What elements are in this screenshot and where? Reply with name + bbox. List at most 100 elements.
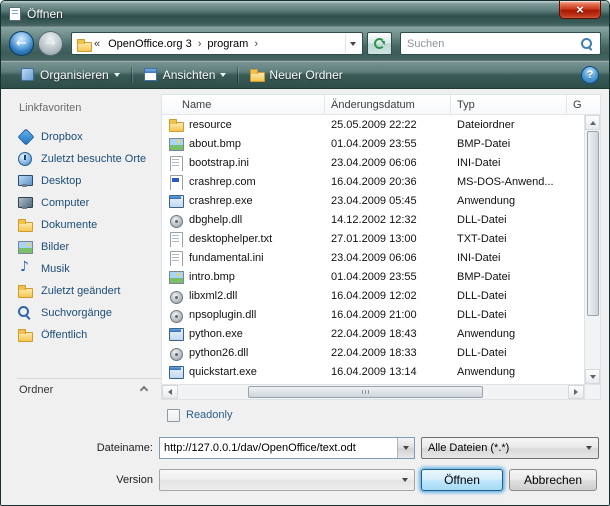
filename-combobox[interactable]: [159, 437, 415, 459]
file-date: 16.04.2009 12:02: [325, 290, 451, 302]
refresh-button[interactable]: [367, 32, 392, 55]
filename-row: Dateiname: Alle Dateien (*.*): [9, 437, 601, 459]
close-button[interactable]: ×: [559, 1, 601, 19]
file-type: MS-DOS-Anwend...: [451, 176, 567, 188]
horizontal-scrollbar[interactable]: [162, 384, 600, 399]
filename-input[interactable]: [160, 442, 397, 454]
dll-file-icon: [168, 345, 184, 361]
file-row-python.exe[interactable]: python.exe 22.04.2009 18:43 Anwendung: [162, 324, 584, 343]
file-type: INI-Datei: [451, 157, 567, 169]
scroll-right-button[interactable]: [568, 385, 584, 399]
folders-expander[interactable]: Ordner: [17, 378, 161, 400]
vertical-scroll-thumb[interactable]: [587, 131, 599, 316]
column-header-size[interactable]: G: [567, 95, 600, 114]
triangle-up-icon: [590, 121, 596, 125]
vertical-scrollbar[interactable]: [584, 115, 600, 384]
views-label: Ansichten: [163, 68, 216, 82]
filetype-dropdown-button[interactable]: [580, 446, 598, 450]
file-row-quickstart.exe[interactable]: quickstart.exe 16.04.2009 13:14 Anwendun…: [162, 362, 584, 381]
sidebar-item-dropbox[interactable]: Dropbox: [17, 126, 161, 148]
version-dropdown-button[interactable]: [396, 478, 414, 482]
version-combobox[interactable]: [159, 469, 415, 491]
file-date: 16.04.2009 21:00: [325, 309, 451, 321]
file-name-cell: python.exe: [162, 326, 325, 342]
file-name: bootstrap.ini: [189, 157, 249, 169]
dropbox-icon: [17, 129, 34, 145]
address-bar[interactable]: « OpenOffice.org 3 › program ›: [71, 32, 363, 55]
title-bar[interactable]: Öffnen ×: [1, 1, 609, 27]
breadcrumb-item-openoffice[interactable]: OpenOffice.org 3: [104, 38, 196, 50]
app-file-icon: [168, 364, 184, 380]
sidebar-item-music[interactable]: Musik: [17, 258, 161, 280]
sidebar-item-searches[interactable]: Suchvorgänge: [17, 302, 161, 324]
scroll-up-button[interactable]: [585, 115, 600, 130]
views-button[interactable]: Ansichten: [134, 64, 236, 85]
file-row-bootstrap.ini[interactable]: bootstrap.ini 23.04.2009 06:06 INI-Datei: [162, 153, 584, 172]
sidebar-item-recent-changed[interactable]: Zuletzt geändert: [17, 280, 161, 302]
app-file-icon: [168, 193, 184, 209]
sidebar-item-label: Zuletzt geändert: [41, 285, 121, 297]
file-row-libxml2.dll[interactable]: libxml2.dll 16.04.2009 12:02 DLL-Datei: [162, 286, 584, 305]
version-label: Version: [9, 474, 159, 486]
column-header-type[interactable]: Typ: [451, 95, 567, 114]
cancel-button[interactable]: Abbrechen: [509, 469, 597, 491]
file-name-cell: bootstrap.ini: [162, 155, 325, 171]
column-header-name[interactable]: Name: [162, 95, 325, 114]
sidebar-item-recent-places[interactable]: Zuletzt besuchte Orte: [17, 148, 161, 170]
computer-icon: [17, 195, 34, 211]
file-type: TXT-Datei: [451, 233, 567, 245]
horizontal-scroll-track[interactable]: [178, 385, 568, 399]
file-row-intro.bmp[interactable]: intro.bmp 01.04.2009 23:55 BMP-Datei: [162, 267, 584, 286]
file-row-dbghelp.dll[interactable]: dbghelp.dll 14.12.2002 12:32 DLL-Datei: [162, 210, 584, 229]
file-row-desktophelper.txt[interactable]: desktophelper.txt 27.01.2009 13:00 TXT-D…: [162, 229, 584, 248]
address-dropdown-button[interactable]: [345, 34, 360, 53]
forward-button[interactable]: [38, 31, 63, 56]
column-header-date[interactable]: Änderungsdatum: [325, 95, 451, 114]
file-name-cell: libxml2.dll: [162, 288, 325, 304]
file-row-python26.dll[interactable]: python26.dll 22.04.2009 18:33 DLL-Datei: [162, 343, 584, 362]
dll-file-icon: [168, 307, 184, 323]
breadcrumb-separator[interactable]: ›: [196, 38, 204, 50]
new-folder-label: Neuer Ordner: [269, 68, 342, 82]
organize-button[interactable]: Organisieren: [11, 64, 129, 85]
file-row-about.bmp[interactable]: about.bmp 01.04.2009 23:55 BMP-Datei: [162, 134, 584, 153]
sidebar-item-desktop[interactable]: Desktop: [17, 170, 161, 192]
sidebar-item-label: Bilder: [41, 241, 69, 253]
file-type: Anwendung: [451, 195, 567, 207]
file-row-resource[interactable]: resource 25.05.2009 22:22 Dateiordner: [162, 115, 584, 134]
filetype-combobox[interactable]: Alle Dateien (*.*): [421, 437, 599, 459]
scroll-down-button[interactable]: [585, 369, 600, 384]
back-button[interactable]: [9, 31, 34, 56]
chevron-down-icon: [403, 446, 409, 450]
readonly-checkbox[interactable]: [167, 409, 180, 422]
search-input[interactable]: [407, 38, 580, 50]
file-list-rows: resource 25.05.2009 22:22 Dateiordner ab…: [162, 115, 584, 384]
file-date: 22.04.2009 18:43: [325, 328, 451, 340]
file-name-cell: python26.dll: [162, 345, 325, 361]
new-folder-button[interactable]: Neuer Ordner: [240, 64, 351, 85]
dll-file-icon: [168, 288, 184, 304]
sidebar-item-computer[interactable]: Computer: [17, 192, 161, 214]
sidebar-item-pictures[interactable]: Bilder: [17, 236, 161, 258]
file-row-npsoplugin.dll[interactable]: npsoplugin.dll 16.04.2009 21:00 DLL-Date…: [162, 305, 584, 324]
open-button[interactable]: Öffnen: [421, 469, 503, 491]
recent-changed-icon: [17, 283, 34, 299]
file-type: DLL-Datei: [451, 347, 567, 359]
help-button[interactable]: ?: [581, 66, 599, 84]
filename-dropdown-button[interactable]: [397, 438, 414, 458]
breadcrumb-separator[interactable]: ›: [252, 38, 260, 50]
scroll-left-button[interactable]: [162, 385, 178, 399]
file-row-crashrep.exe[interactable]: crashrep.exe 23.04.2009 05:45 Anwendung: [162, 191, 584, 210]
sidebar-item-public[interactable]: Öffentlich: [17, 324, 161, 346]
horizontal-scroll-thumb[interactable]: [248, 386, 483, 398]
refresh-icon: [374, 38, 385, 49]
search-box[interactable]: [400, 32, 601, 55]
organize-label: Organisieren: [40, 68, 109, 82]
content-area: Linkfavoriten Dropbox Zuletzt besuchte O…: [9, 94, 601, 400]
file-row-crashrep.com[interactable]: crashrep.com 16.04.2009 20:36 MS-DOS-Anw…: [162, 172, 584, 191]
breadcrumb-overflow-chevron[interactable]: «: [92, 38, 104, 50]
sidebar-item-label: Suchvorgänge: [41, 307, 112, 319]
file-row-fundamental.ini[interactable]: fundamental.ini 23.04.2009 06:06 INI-Dat…: [162, 248, 584, 267]
sidebar-item-documents[interactable]: Dokumente: [17, 214, 161, 236]
breadcrumb-item-program[interactable]: program: [203, 38, 252, 50]
